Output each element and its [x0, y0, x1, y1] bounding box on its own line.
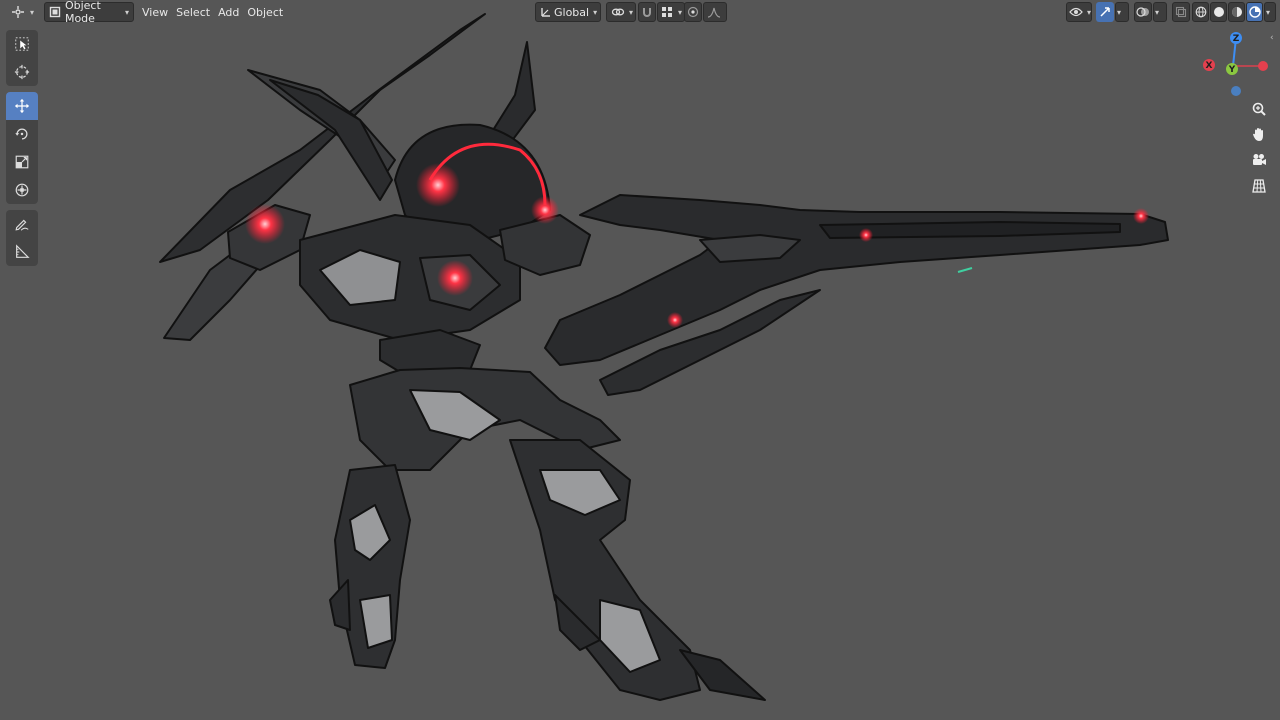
- material-shading-icon: [1230, 4, 1243, 20]
- menu-select[interactable]: Select: [172, 2, 214, 22]
- editor-type-button[interactable]: ▾: [6, 2, 38, 22]
- axis-x-label: X: [1206, 61, 1213, 71]
- tool-select-box[interactable]: [6, 30, 38, 58]
- tool-shelf: [6, 30, 40, 266]
- snap-target-dropdown[interactable]: ▾: [657, 2, 685, 22]
- viewport-header: ▾ Object Mode ▾ View Select Add Object G…: [0, 0, 1280, 25]
- pan-hand-icon: [1251, 126, 1267, 142]
- menu-view[interactable]: View: [138, 2, 172, 22]
- chevron-down-icon: ▾: [125, 7, 130, 17]
- 3d-viewport[interactable]: ▾ Object Mode ▾ View Select Add Object G…: [0, 0, 1280, 720]
- solid-shading-button[interactable]: [1210, 2, 1227, 22]
- transform-orientation-dropdown[interactable]: Global ▾: [535, 2, 601, 22]
- falloff-dropdown[interactable]: [703, 2, 727, 22]
- navigation-gizmo[interactable]: Z X Y: [1196, 26, 1274, 100]
- chevron-down-icon: ▾: [677, 7, 682, 17]
- move-icon: [14, 98, 30, 114]
- gizmo-dropdown[interactable]: ▾: [1115, 2, 1129, 22]
- gizmo-axis-neg-z[interactable]: [1231, 86, 1241, 96]
- magnet-icon: [641, 4, 653, 20]
- rendered-shading-icon: [1248, 4, 1261, 20]
- rendered-shading-button[interactable]: [1246, 2, 1263, 22]
- orientation-label: Global: [554, 5, 590, 19]
- chevron-down-icon: ▾: [1087, 7, 1092, 17]
- zoom-button[interactable]: [1246, 97, 1272, 121]
- axis-z-label: Z: [1233, 34, 1240, 44]
- visibility-icon: [1069, 4, 1083, 20]
- camera-view-button[interactable]: [1246, 148, 1272, 172]
- tool-rotate[interactable]: [6, 120, 38, 148]
- transform-icon: [14, 182, 30, 198]
- chevron-down-icon: ▾: [1117, 7, 1122, 17]
- measure-ruler-icon: [14, 244, 30, 260]
- object-mode-icon: [49, 4, 62, 20]
- orientation-icon: [540, 4, 552, 20]
- snap-grid-icon: [660, 4, 674, 20]
- tool-move[interactable]: [6, 92, 38, 120]
- gizmo-toggle-icon: [1097, 4, 1113, 20]
- chevron-down-icon: ▾: [593, 7, 598, 17]
- mode-label: Object Mode: [64, 0, 101, 25]
- mecha-robot-illustration: [159, 13, 1169, 701]
- zoom-icon: [1251, 101, 1267, 117]
- select-box-icon: [14, 36, 30, 52]
- wireframe-shading-icon: [1194, 4, 1207, 20]
- shading-dropdown[interactable]: ▾: [1264, 2, 1276, 22]
- axis-y-label: Y: [1228, 65, 1236, 75]
- proportional-edit-toggle[interactable]: [684, 2, 702, 22]
- 3d-viewport-icon: [10, 4, 26, 20]
- solid-shading-icon: [1212, 4, 1225, 20]
- xray-toggle[interactable]: [1172, 2, 1190, 22]
- overlay-icon: [1136, 4, 1150, 20]
- rotate-icon: [14, 126, 30, 142]
- tool-cursor[interactable]: [6, 58, 38, 86]
- scale-icon: [14, 154, 30, 170]
- chevron-down-icon: ▾: [629, 7, 634, 17]
- overlay-dropdown[interactable]: ▾: [1153, 2, 1167, 22]
- scene-render[interactable]: [0, 0, 1280, 720]
- pivot-point-dropdown[interactable]: ▾: [606, 2, 636, 22]
- pivot-link-icon: [611, 4, 625, 20]
- gizmo-axis-neg-x[interactable]: [1258, 61, 1268, 71]
- tool-annotate[interactable]: [6, 210, 38, 238]
- mode-dropdown[interactable]: Object Mode ▾: [44, 0, 135, 25]
- chevron-down-icon: ▾: [1155, 7, 1160, 17]
- gizmo-toggle[interactable]: [1096, 2, 1114, 22]
- camera-icon: [1251, 152, 1267, 168]
- visibility-dropdown[interactable]: ▾: [1066, 2, 1092, 22]
- pan-button[interactable]: [1246, 122, 1272, 146]
- overlay-toggle[interactable]: [1134, 2, 1152, 22]
- tool-transform[interactable]: [6, 176, 38, 204]
- tool-scale[interactable]: [6, 148, 38, 176]
- xray-icon: [1174, 4, 1188, 20]
- tool-measure[interactable]: [6, 238, 38, 266]
- chevron-down-icon: ▾: [1266, 7, 1271, 17]
- proportional-edit-icon: [687, 4, 699, 20]
- material-shading-button[interactable]: [1228, 2, 1245, 22]
- sidebar-toggle-chevron[interactable]: ‹: [1270, 33, 1274, 43]
- falloff-curve-icon: [706, 4, 722, 20]
- ortho-toggle-button[interactable]: [1246, 174, 1272, 198]
- menu-object[interactable]: Object: [243, 2, 287, 22]
- wireframe-shading-button[interactable]: [1192, 2, 1209, 22]
- chevron-down-icon: ▾: [30, 7, 35, 17]
- grid-ortho-icon: [1251, 178, 1267, 194]
- annotate-pencil-icon: [14, 216, 30, 232]
- snap-toggle[interactable]: [638, 2, 656, 22]
- cursor-icon: [14, 64, 30, 80]
- menu-add[interactable]: Add: [214, 2, 243, 22]
